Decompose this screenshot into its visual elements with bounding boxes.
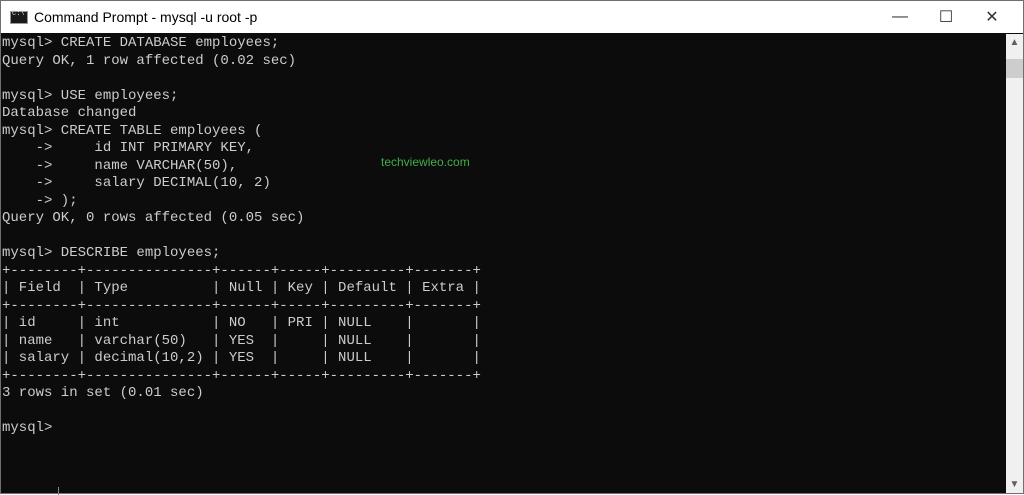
terminal-line: Database changed xyxy=(2,105,137,121)
terminal-output[interactable]: techviewleo.com mysql> CREATE DATABASE e… xyxy=(1,34,1005,495)
terminal-line: mysql> USE employees; xyxy=(2,87,179,104)
maximize-button[interactable]: ☐ xyxy=(923,1,969,33)
terminal-line: mysql> CREATE DATABASE employees; xyxy=(2,35,280,51)
terminal-line: | salary | decimal(10,2) | YES | | NULL … xyxy=(2,350,481,366)
scroll-down-icon[interactable]: ▼ xyxy=(1006,476,1023,493)
terminal-line: 3 rows in set (0.01 sec) xyxy=(2,385,204,401)
terminal-line: | id | int | NO | PRI | NULL | | xyxy=(2,315,481,331)
terminal-line: mysql> xyxy=(2,420,53,436)
terminal-line: | name | varchar(50) | YES | | NULL | | xyxy=(2,332,481,349)
scroll-thumb[interactable] xyxy=(1006,59,1023,78)
vertical-scrollbar[interactable]: ▲ ▼ xyxy=(1006,34,1023,493)
terminal-line: +--------+---------------+------+-----+-… xyxy=(2,367,481,384)
close-button[interactable]: ✕ xyxy=(969,1,1015,33)
terminal-line: -> id INT PRIMARY KEY, xyxy=(2,140,255,156)
title-bar[interactable]: Command Prompt - mysql -u root -p — ☐ ✕ xyxy=(1,1,1023,33)
minimize-button[interactable]: — xyxy=(877,1,923,33)
terminal-line: +--------+---------------+------+-----+-… xyxy=(2,262,481,279)
terminal-line: -> name VARCHAR(50), xyxy=(2,157,238,174)
terminal-line: mysql> DESCRIBE employees; xyxy=(2,245,221,261)
command-prompt-window: Command Prompt - mysql -u root -p — ☐ ✕ … xyxy=(0,0,1024,495)
terminal-line: -> ); xyxy=(2,192,78,209)
window-title: Command Prompt - mysql -u root -p xyxy=(34,9,258,25)
terminal-line: | Field | Type | Null | Key | Default | … xyxy=(2,280,481,296)
watermark: techviewleo.com xyxy=(381,155,470,169)
terminal-line: Query OK, 1 row affected (0.02 sec) xyxy=(2,52,297,69)
terminal-line: Query OK, 0 rows affected (0.05 sec) xyxy=(2,210,305,226)
terminal-line: -> salary DECIMAL(10, 2) xyxy=(2,175,271,191)
scroll-up-icon[interactable]: ▲ xyxy=(1006,34,1023,51)
terminal-line: mysql> CREATE TABLE employees ( xyxy=(2,122,263,139)
terminal-line: +--------+---------------+------+-----+-… xyxy=(2,297,481,314)
cmd-app-icon[interactable] xyxy=(10,10,28,24)
